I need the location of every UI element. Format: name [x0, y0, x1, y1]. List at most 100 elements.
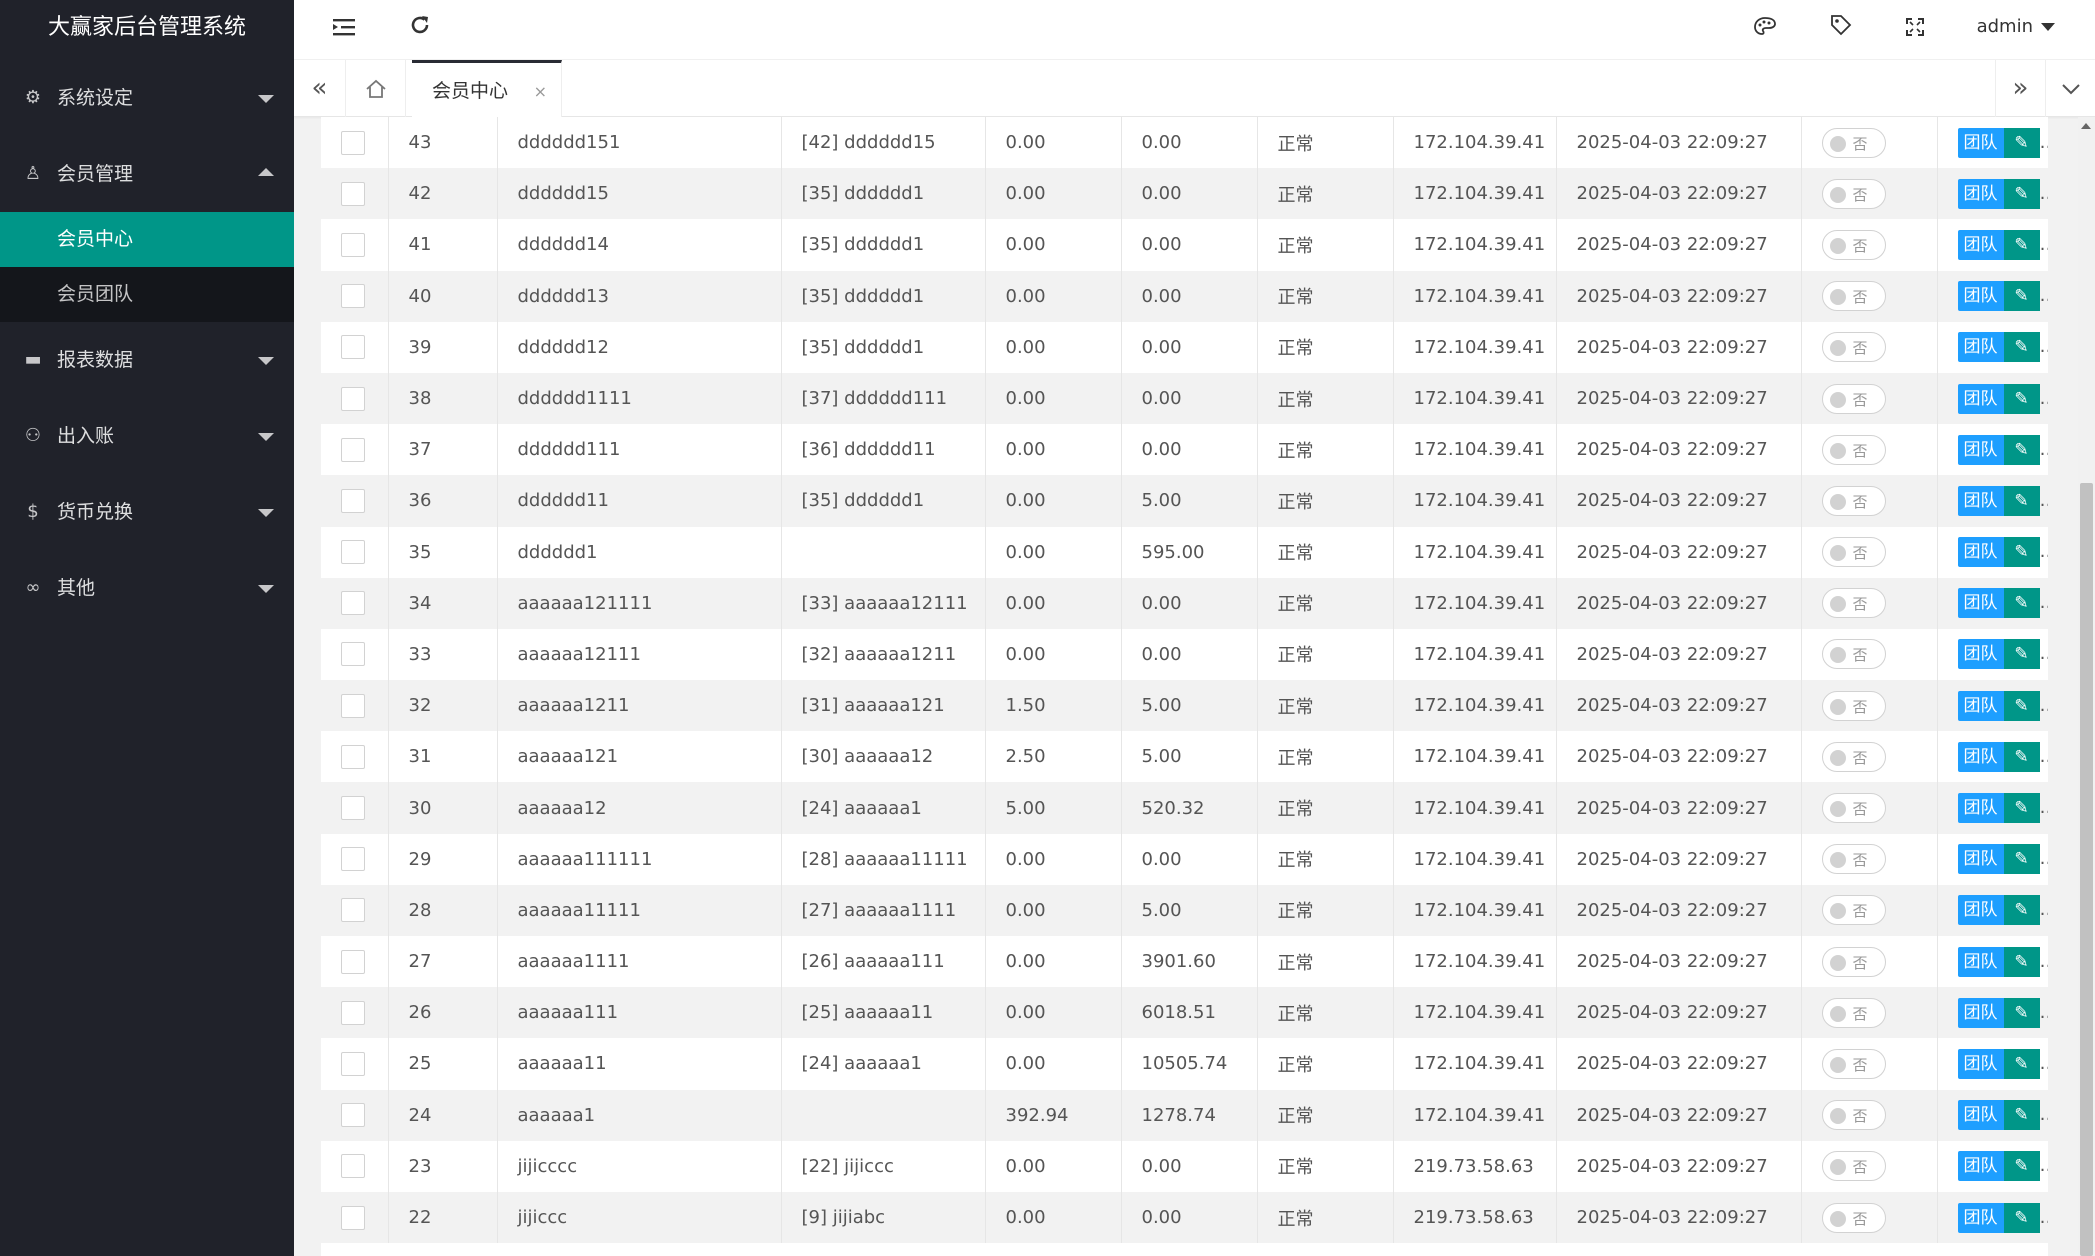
scroll-up-arrow-icon[interactable]: [2081, 123, 2091, 129]
tag-icon[interactable]: [1821, 0, 1861, 56]
edit-icon[interactable]: ✎: [2003, 1048, 2040, 1079]
edit-icon[interactable]: ✎: [2003, 332, 2040, 363]
menu-toggle-icon[interactable]: [324, 0, 364, 56]
toggle-switch[interactable]: 否: [1821, 946, 1886, 977]
team-button[interactable]: 团队: [1957, 332, 2004, 363]
tab-close-icon[interactable]: ×: [534, 63, 547, 120]
edit-icon[interactable]: ✎: [2003, 281, 2040, 312]
team-button[interactable]: 团队: [1957, 946, 2004, 977]
toggle-switch[interactable]: 否: [1821, 229, 1886, 260]
toggle-switch[interactable]: 否: [1821, 588, 1886, 619]
edit-icon[interactable]: ✎: [2003, 1100, 2040, 1131]
sidebar-item-3[interactable]: ⚇ 出入账: [0, 398, 294, 474]
edit-icon[interactable]: ✎: [2003, 690, 2040, 721]
tab-member-center[interactable]: 会员中心 ×: [412, 60, 562, 117]
toggle-switch[interactable]: 否: [1821, 332, 1886, 363]
row-checkbox[interactable]: [341, 591, 365, 616]
sidebar-item-2[interactable]: ▬ 报表数据: [0, 322, 294, 398]
team-button[interactable]: 团队: [1957, 178, 2004, 209]
edit-icon[interactable]: ✎: [2003, 1202, 2040, 1233]
team-button[interactable]: 团队: [1957, 537, 2004, 568]
row-checkbox[interactable]: [341, 284, 365, 309]
edit-icon[interactable]: ✎: [2003, 588, 2040, 619]
refresh-icon[interactable]: [400, 0, 440, 56]
row-checkbox[interactable]: [341, 540, 365, 565]
sidebar-item-1[interactable]: ♙ 会员管理: [0, 136, 294, 212]
toggle-switch[interactable]: 否: [1821, 1048, 1886, 1079]
row-checkbox[interactable]: [341, 796, 365, 821]
team-button[interactable]: 团队: [1957, 1151, 2004, 1182]
submenu-item-1[interactable]: 会员团队: [0, 267, 294, 322]
team-button[interactable]: 团队: [1957, 229, 2004, 260]
edit-icon[interactable]: ✎: [2003, 946, 2040, 977]
toggle-switch[interactable]: 否: [1821, 844, 1886, 875]
row-checkbox[interactable]: [341, 693, 365, 718]
palette-icon[interactable]: [1745, 0, 1785, 56]
row-checkbox[interactable]: [341, 1000, 365, 1025]
team-button[interactable]: 团队: [1957, 383, 2004, 414]
row-checkbox[interactable]: [341, 744, 365, 769]
row-checkbox[interactable]: [341, 488, 365, 513]
toggle-switch[interactable]: 否: [1821, 1202, 1886, 1233]
toggle-switch[interactable]: 否: [1821, 281, 1886, 312]
toggle-switch[interactable]: 否: [1821, 485, 1886, 516]
row-checkbox[interactable]: [341, 437, 365, 462]
toggle-switch[interactable]: 否: [1821, 741, 1886, 772]
sidebar-item-5[interactable]: ∞ 其他: [0, 550, 294, 626]
admin-user-menu[interactable]: admin: [1977, 0, 2055, 56]
row-checkbox[interactable]: [341, 335, 365, 360]
sidebar-item-4[interactable]: $ 货币兑换: [0, 474, 294, 550]
toggle-switch[interactable]: 否: [1821, 639, 1886, 670]
team-button[interactable]: 团队: [1957, 1048, 2004, 1079]
scrollbar-thumb[interactable]: [2080, 483, 2093, 1256]
row-checkbox[interactable]: [341, 1205, 365, 1230]
sidebar-item-0[interactable]: ⚙ 系统设定: [0, 60, 294, 136]
team-button[interactable]: 团队: [1957, 639, 2004, 670]
team-button[interactable]: 团队: [1957, 844, 2004, 875]
tabs-scroll-left-icon[interactable]: «: [294, 60, 346, 117]
team-button[interactable]: 团队: [1957, 588, 2004, 619]
team-button[interactable]: 团队: [1957, 895, 2004, 926]
toggle-switch[interactable]: 否: [1821, 537, 1886, 568]
toggle-switch[interactable]: 否: [1821, 793, 1886, 824]
toggle-switch[interactable]: 否: [1821, 997, 1886, 1028]
edit-icon[interactable]: ✎: [2003, 229, 2040, 260]
team-button[interactable]: 团队: [1957, 793, 2004, 824]
team-button[interactable]: 团队: [1957, 690, 2004, 721]
edit-icon[interactable]: ✎: [2003, 844, 2040, 875]
member-table-container[interactable]: 43 dddddd151 [42] dddddd15 0.00 0.00 正常 172.10…: [321, 117, 2048, 1256]
edit-icon[interactable]: ✎: [2003, 639, 2040, 670]
toggle-switch[interactable]: 否: [1821, 383, 1886, 414]
toggle-switch[interactable]: 否: [1821, 1151, 1886, 1182]
edit-icon[interactable]: ✎: [2003, 178, 2040, 209]
toggle-switch[interactable]: 否: [1821, 434, 1886, 465]
team-button[interactable]: 团队: [1957, 434, 2004, 465]
edit-icon[interactable]: ✎: [2003, 383, 2040, 414]
toggle-switch[interactable]: 否: [1821, 690, 1886, 721]
edit-icon[interactable]: ✎: [2003, 793, 2040, 824]
row-checkbox[interactable]: [341, 1103, 365, 1128]
team-button[interactable]: 团队: [1957, 127, 2004, 158]
row-checkbox[interactable]: [341, 130, 365, 155]
edit-icon[interactable]: ✎: [2003, 997, 2040, 1028]
team-button[interactable]: 团队: [1957, 1100, 2004, 1131]
row-checkbox[interactable]: [341, 232, 365, 257]
vertical-scrollbar[interactable]: [2078, 117, 2095, 1256]
row-checkbox[interactable]: [341, 949, 365, 974]
edit-icon[interactable]: ✎: [2003, 127, 2040, 158]
team-button[interactable]: 团队: [1957, 485, 2004, 516]
home-icon[interactable]: [346, 60, 406, 117]
row-checkbox[interactable]: [341, 386, 365, 411]
toggle-switch[interactable]: 否: [1821, 895, 1886, 926]
tabs-scroll-right-icon[interactable]: »: [1995, 60, 2045, 117]
row-checkbox[interactable]: [341, 1154, 365, 1179]
edit-icon[interactable]: ✎: [2003, 741, 2040, 772]
row-checkbox[interactable]: [341, 181, 365, 206]
edit-icon[interactable]: ✎: [2003, 537, 2040, 568]
team-button[interactable]: 团队: [1957, 1202, 2004, 1233]
row-checkbox[interactable]: [341, 847, 365, 872]
fullscreen-icon[interactable]: [1895, 0, 1935, 56]
toggle-switch[interactable]: 否: [1821, 1100, 1886, 1131]
team-button[interactable]: 团队: [1957, 741, 2004, 772]
edit-icon[interactable]: ✎: [2003, 895, 2040, 926]
